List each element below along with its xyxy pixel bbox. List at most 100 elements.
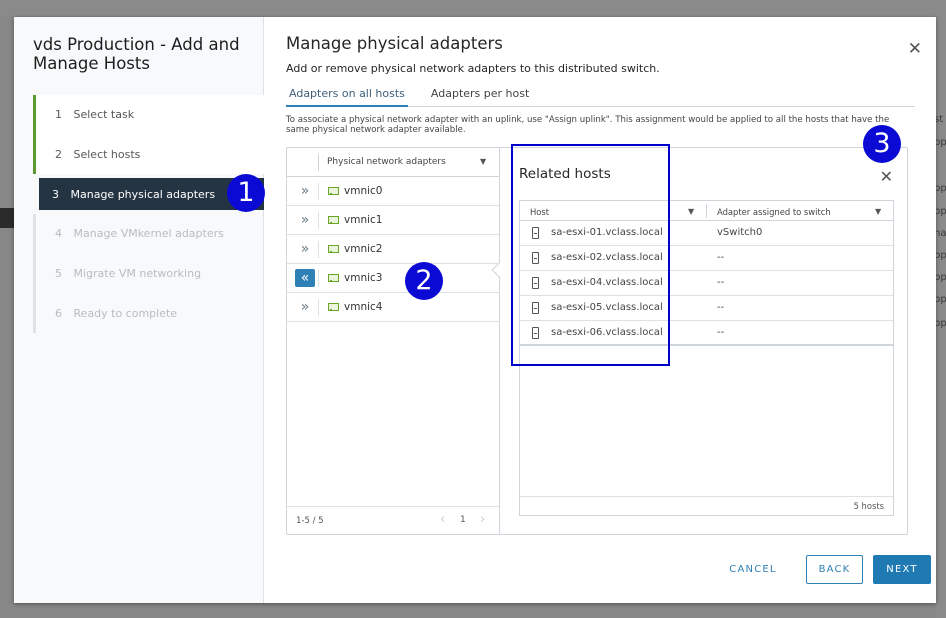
related-hosts-grid: Host ▼ Adapter assigned to switch ▼ sa-e…	[519, 200, 894, 516]
wizard-step-migrate-vm-networking: 5 Migrate VM networking	[33, 253, 264, 294]
expand-chevron-icon[interactable]: »	[295, 298, 315, 316]
wizard-sidebar: vds Production - Add and Manage Hosts 1 …	[14, 17, 264, 603]
page-number: 1	[460, 515, 466, 525]
next-button[interactable]: NEXT	[873, 555, 931, 584]
step-label: Select task	[73, 108, 135, 122]
wizard-steps: 1 Select task 2 Select hosts 3 Manage ph…	[33, 95, 264, 333]
adapter-switch: --	[717, 277, 725, 288]
host-server-icon	[532, 327, 539, 339]
adapter-row-vmnic3[interactable]: « vmnic3	[287, 264, 499, 293]
filter-icon[interactable]: ▼	[875, 207, 881, 216]
step-label: Migrate VM networking	[73, 267, 202, 281]
expand-chevron-icon[interactable]: »	[295, 240, 315, 258]
host-name[interactable]: sa-esxi-06.vclass.local	[551, 327, 663, 338]
pagination-count: 1-5 / 5	[296, 516, 324, 526]
step-label: Select hosts	[73, 147, 141, 161]
hosts-count: 5 hosts	[853, 501, 884, 511]
annotation-badge-1: 1	[227, 174, 265, 212]
network-adapter-icon	[328, 303, 339, 311]
info-text: To associate a physical network adapter …	[286, 115, 890, 135]
background-app-right	[936, 0, 946, 618]
close-icon[interactable]: ✕	[908, 39, 922, 59]
annotation-badge-3: 3	[863, 125, 901, 163]
adapter-name: vmnic2	[344, 243, 383, 255]
step-label: Manage VMkernel adapters	[73, 227, 224, 241]
step-number: 4	[55, 227, 62, 241]
adapter-row-vmnic2[interactable]: » vmnic2	[287, 235, 499, 264]
step-number: 6	[55, 306, 62, 320]
cancel-button[interactable]: CANCEL	[721, 555, 785, 584]
table-row: sa-esxi-05.vclass.local --	[520, 296, 893, 321]
table-row: sa-esxi-02.vclass.local --	[520, 246, 893, 271]
tab-adapters-on-all-hosts[interactable]: Adapters on all hosts	[286, 83, 408, 107]
wizard-dialog: vds Production - Add and Manage Hosts 1 …	[14, 17, 936, 603]
host-server-icon	[532, 277, 539, 289]
adapter-row-vmnic0[interactable]: » vmnic0	[287, 177, 499, 206]
column-header-adapter-assigned[interactable]: Adapter assigned to switch	[717, 207, 831, 217]
tab-adapters-per-host[interactable]: Adapters per host	[428, 83, 532, 107]
step-number: 5	[55, 267, 62, 281]
wizard-step-select-task[interactable]: 1 Select task	[33, 95, 264, 135]
network-adapter-icon	[328, 216, 339, 224]
prev-page-icon[interactable]: ‹	[440, 512, 445, 527]
filter-icon[interactable]: ▼	[688, 207, 694, 216]
host-name[interactable]: sa-esxi-02.vclass.local	[551, 252, 663, 263]
grid-header: Host ▼ Adapter assigned to switch ▼	[520, 201, 893, 221]
table-row: sa-esxi-06.vclass.local --	[520, 321, 893, 346]
column-divider	[318, 212, 319, 229]
table-row: sa-esxi-04.vclass.local --	[520, 271, 893, 296]
back-button[interactable]: BACK	[806, 555, 863, 584]
background-app-header	[0, 0, 946, 16]
network-adapter-icon	[328, 245, 339, 253]
host-name[interactable]: sa-esxi-05.vclass.local	[551, 302, 663, 313]
page-title: Manage physical adapters	[286, 34, 503, 53]
collapse-chevron-icon[interactable]: «	[295, 269, 315, 287]
expand-chevron-icon[interactable]: »	[295, 182, 315, 200]
adapter-name: vmnic0	[344, 185, 383, 197]
column-divider	[318, 154, 319, 171]
step-number: 1	[55, 108, 62, 122]
wizard-step-ready-to-complete: 6 Ready to complete	[33, 293, 264, 333]
related-hosts-title: Related hosts	[519, 166, 611, 182]
wizard-step-manage-vmkernel-adapters: 4 Manage VMkernel adapters	[33, 214, 264, 254]
step-label: Ready to complete	[73, 306, 178, 320]
host-server-icon	[532, 227, 539, 239]
host-name[interactable]: sa-esxi-01.vclass.local	[551, 227, 663, 238]
table-row: sa-esxi-01.vclass.local vSwitch0	[520, 221, 893, 246]
adapter-row-vmnic4[interactable]: » vmnic4	[287, 293, 499, 322]
adapter-list: Physical network adapters ▼ » vmnic0 » v…	[287, 148, 500, 534]
page-subtitle: Add or remove physical network adapters …	[286, 62, 660, 75]
network-adapter-icon	[328, 274, 339, 282]
adapter-switch: --	[717, 327, 725, 338]
wizard-title: vds Production - Add and Manage Hosts	[33, 35, 240, 73]
step-number: 2	[55, 147, 62, 161]
adapter-switch: vSwitch0	[717, 227, 763, 238]
next-page-icon[interactable]: ›	[480, 512, 485, 527]
column-header-host[interactable]: Host	[530, 207, 549, 217]
column-divider	[318, 183, 319, 200]
filter-icon[interactable]: ▼	[480, 157, 486, 166]
column-divider	[706, 204, 707, 218]
close-icon[interactable]: ✕	[880, 167, 893, 186]
column-header-physical-adapters[interactable]: Physical network adapters	[327, 157, 446, 167]
annotation-badge-2: 2	[405, 262, 443, 300]
column-divider	[318, 299, 319, 316]
adapter-switch: --	[717, 252, 725, 263]
adapter-name: vmnic4	[344, 301, 383, 313]
adapter-list-header: Physical network adapters ▼	[287, 148, 499, 177]
column-divider	[318, 270, 319, 287]
adapters-panel: Physical network adapters ▼ » vmnic0 » v…	[286, 147, 908, 535]
adapter-tabs: Adapters on all hosts Adapters per host	[286, 83, 915, 107]
step-number: 3	[52, 187, 59, 201]
wizard-step-select-hosts[interactable]: 2 Select hosts	[33, 134, 264, 175]
adapter-row-vmnic1[interactable]: » vmnic1	[287, 206, 499, 235]
adapter-list-footer: 1-5 / 5 ‹ 1 ›	[287, 506, 499, 534]
background-app-marker	[0, 208, 14, 228]
adapter-name: vmnic1	[344, 214, 383, 226]
related-hosts-panel: Related hosts ✕ Host ▼ Adapter assigned …	[501, 148, 907, 534]
column-divider	[318, 241, 319, 258]
host-name[interactable]: sa-esxi-04.vclass.local	[551, 277, 663, 288]
expand-chevron-icon[interactable]: »	[295, 211, 315, 229]
wizard-main: Manage physical adapters ✕ Add or remove…	[265, 17, 936, 603]
adapter-switch: --	[717, 302, 725, 313]
